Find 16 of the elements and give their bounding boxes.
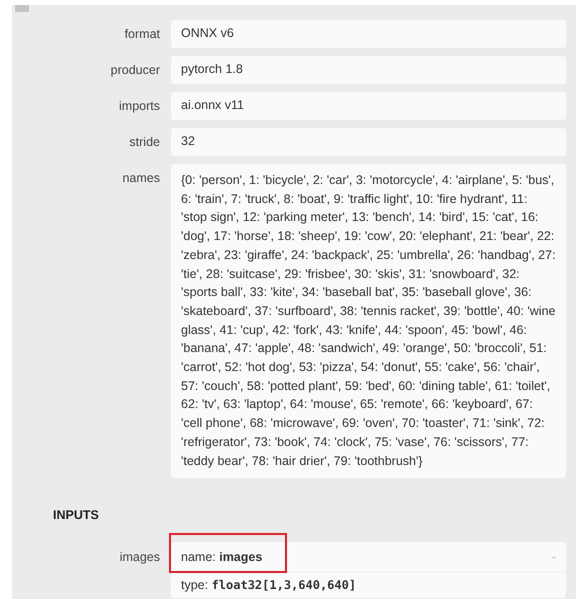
section-heading: INPUTS [53, 508, 100, 522]
property-value: {0: 'person', 1: 'bicycle', 2: 'car', 3: 'motorcycle', 4: 'airplane', 5: 'bus', 6: 'train', 7: 'truck', 8: 'boat', 9: 'traffic light', 10: 'fire hydrant', 11: 'stop sign', 12: 'parking meter', 13: 'bench', 14: 'bird', 15: 'cat', 16: 'dog', 17: 'horse', 18: 'sheep', 19: 'cow', 20: 'elephant', 21: 'bear', 22: 'zebra', 23: 'giraffe', 24: 'backpack', 25: 'umbrella', 26: 'handbag', 27: 'tie', 28: 'suitcase', 29: 'frisbee', 30: 'skis', 31: 'snowboard', 32: 'sports ball', 33: 'kite', 34: 'baseball bat', 35: 'baseball glove', 36: 'skateboard', 37: 'surfboard', 38: 'tennis racket', 39: 'bottle', 40: 'wine glass', 41: 'cup', 42: 'fork', 43: 'knife', 44: 'spoon', 45: 'bowl', 46: 'banana', 47: 'apple', 48: 'sandwich', 49: 'orange', 50: 'broccoli', 51: 'carrot', 52: 'hot dog', 53: 'pizza', 54: 'donut', 55: 'cake', 56: 'chair', 57: 'couch', 58: 'potted plant', 59: 'bed', 60: 'dining table', 61: 'toilet', 62: 'tv', 63: 'laptop', 64: 'mouse', 65: 'remote', 66: 'keyboard', 67: 'cell phone', 68: 'microwave', 69: 'oven', 70: 'toaster', 71: 'sink', 72: 'refrigerator', 73: 'book', 74: 'clock', 75: 'vase', 76: 'scissors', 77: 'teddy bear', 78: 'hair drier', 79: 'toothbrush'} [171, 164, 566, 478]
property-value: 32 [171, 128, 566, 156]
scroll-marker [15, 5, 29, 12]
collapse-toggle[interactable]: - [552, 550, 556, 564]
property-label: names [121, 170, 160, 187]
property-value: ai.onnx v11 [171, 92, 566, 120]
input-type: type: float32[1,3,640,640] [180, 577, 358, 594]
property-label: format [124, 26, 160, 43]
property-label: stride [128, 134, 160, 151]
property-value: ONNX v6 [171, 20, 566, 48]
property-label: producer [110, 62, 160, 79]
input-name: name: images [181, 550, 262, 564]
property-value: pytorch 1.8 [171, 56, 566, 84]
input-label: images [118, 549, 160, 566]
property-label: imports [118, 98, 160, 115]
